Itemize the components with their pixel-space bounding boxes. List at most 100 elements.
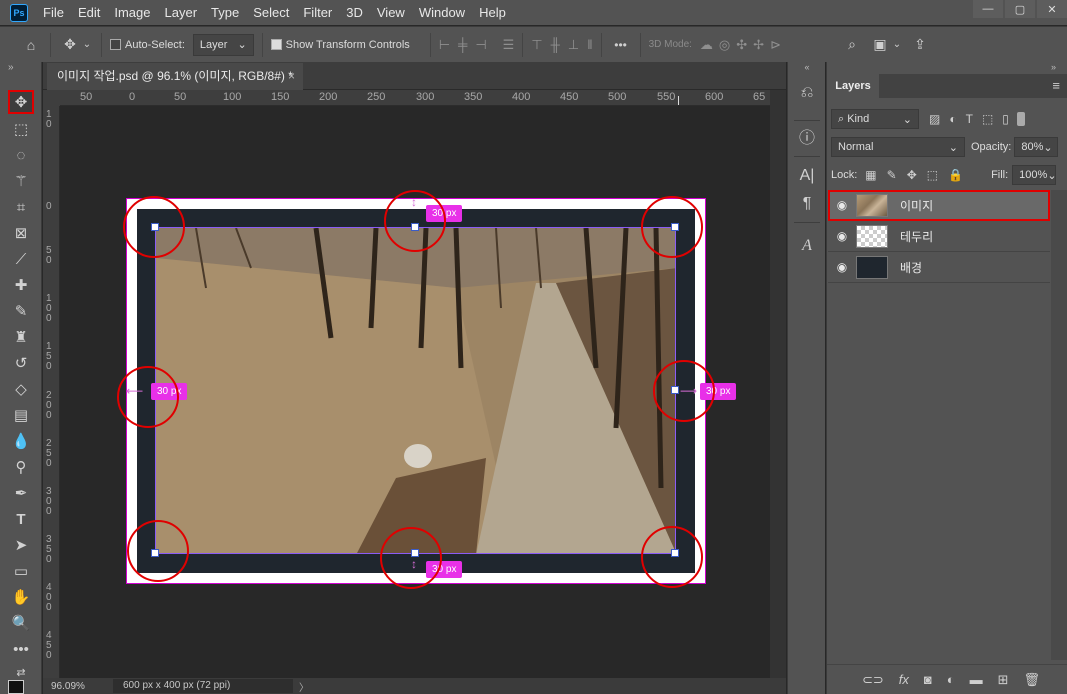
path-selection-tool-icon[interactable]: ➤ xyxy=(8,533,34,557)
maximize-button[interactable]: ▢ xyxy=(1005,0,1035,18)
collapse-icon[interactable]: » xyxy=(827,62,1067,74)
type-filter-icon[interactable]: T xyxy=(966,112,973,126)
layer-row-image[interactable]: ◉ 이미지 xyxy=(828,190,1050,221)
lock-image-icon[interactable]: ✎ xyxy=(887,168,897,182)
foreground-color-swatch[interactable] xyxy=(8,680,24,694)
image-filter-icon[interactable]: ▨ xyxy=(929,112,940,126)
close-tab-icon[interactable]: × xyxy=(288,63,295,90)
menu-view[interactable]: View xyxy=(370,0,412,25)
link-layers-icon[interactable]: ⊂⊃ xyxy=(862,672,884,688)
menu-image[interactable]: Image xyxy=(107,0,157,25)
frame-tool-icon[interactable]: ⊠ xyxy=(8,221,34,245)
eraser-tool-icon[interactable]: ◇ xyxy=(8,377,34,401)
adjustment-filter-icon[interactable]: ◐ xyxy=(949,112,956,126)
zoom-tool-icon[interactable]: 🔍 xyxy=(8,611,34,635)
type-tool-icon[interactable]: T xyxy=(8,507,34,531)
history-brush-tool-icon[interactable]: ↺ xyxy=(8,351,34,375)
3d-roll-icon[interactable]: ◎ xyxy=(719,37,730,53)
move-tool-preset-icon[interactable]: ✥ xyxy=(59,36,81,53)
shape-filter-icon[interactable]: ⬚ xyxy=(982,112,993,126)
align-right-icon[interactable]: ⊣ xyxy=(475,37,486,53)
lock-all-icon[interactable]: 🔒 xyxy=(948,168,963,182)
horizontal-ruler[interactable]: 50 0 50 100 150 200 250 300 350 400 450 … xyxy=(60,90,770,106)
visibility-eye-icon[interactable]: ◉ xyxy=(828,198,856,212)
filter-toggle[interactable] xyxy=(1016,112,1025,126)
home-icon[interactable]: ⌂ xyxy=(20,37,42,53)
glyphs-panel-icon[interactable]: A xyxy=(796,235,818,257)
layers-scrollbar[interactable] xyxy=(1051,190,1067,660)
magic-wand-tool-icon[interactable]: ⚚ xyxy=(8,169,34,193)
align-left-icon[interactable]: ⊢ xyxy=(439,37,450,53)
zoom-level[interactable]: 96.09% xyxy=(43,681,113,692)
delete-layer-icon[interactable]: 🗑 xyxy=(1023,672,1040,688)
panel-menu-icon[interactable]: ≡ xyxy=(1052,78,1060,93)
info-panel-icon[interactable]: ⓘ xyxy=(796,125,818,147)
auto-select-dropdown[interactable]: Layer ⌄ xyxy=(192,33,254,56)
blend-mode-dropdown[interactable]: Normal ⌄ xyxy=(831,137,965,157)
3d-drag-icon[interactable]: ✣ xyxy=(736,37,747,53)
ruler-corner[interactable] xyxy=(43,90,60,106)
menu-3d[interactable]: 3D xyxy=(339,0,370,25)
distribute-icon[interactable]: ☰ xyxy=(503,37,515,53)
vertical-ruler[interactable]: 1 0 0 5 0 1 0 0 1 5 0 2 0 0 2 5 0 3 0 0 … xyxy=(43,106,60,678)
photo-layer[interactable] xyxy=(155,227,676,554)
distribute-vertical-icon[interactable]: ‖ xyxy=(587,37,592,53)
opacity-field[interactable]: 80% ⌄ xyxy=(1014,137,1059,157)
add-mask-icon[interactable]: ◙ xyxy=(924,672,932,687)
kind-filter-dropdown[interactable]: ⌕ Kind ⌄ xyxy=(831,109,919,129)
stamp-tool-icon[interactable]: ♜ xyxy=(8,325,34,349)
fill-field[interactable]: 100% ⌄ xyxy=(1012,165,1057,185)
eyedropper-tool-icon[interactable]: ⟋ xyxy=(8,247,34,271)
gradient-tool-icon[interactable]: ▤ xyxy=(8,403,34,427)
show-transform-checkbox[interactable] xyxy=(270,39,282,50)
status-expand-icon[interactable]: 〉 xyxy=(299,679,309,694)
align-bottom-icon[interactable]: ⊥ xyxy=(568,37,579,53)
crop-tool-icon[interactable]: ⌗ xyxy=(8,195,34,219)
blur-tool-icon[interactable]: 💧 xyxy=(8,429,34,453)
align-middle-icon[interactable]: ╫ xyxy=(551,37,560,53)
new-group-icon[interactable]: ▬ xyxy=(970,672,983,687)
align-center-icon[interactable]: ╪ xyxy=(458,37,467,53)
minimize-button[interactable]: — xyxy=(973,0,1003,18)
dodge-tool-icon[interactable]: ⚲ xyxy=(8,455,34,479)
edit-toolbar-icon[interactable]: ••• xyxy=(8,637,34,661)
layer-style-icon[interactable]: fx xyxy=(899,672,909,687)
character-panel-icon[interactable]: A| xyxy=(796,165,818,187)
new-layer-icon[interactable]: ⊞ xyxy=(998,672,1009,688)
3d-orbit-icon[interactable]: ☁ xyxy=(700,37,713,53)
rectangle-tool-icon[interactable]: ▭ xyxy=(8,559,34,583)
lock-position-icon[interactable]: ✥ xyxy=(907,168,917,182)
close-button[interactable]: ✕ xyxy=(1037,0,1067,18)
pen-tool-icon[interactable]: ✒ xyxy=(8,481,34,505)
layer-row-border[interactable]: ◉ 테두리 xyxy=(828,221,1050,252)
layer-row-background[interactable]: ◉ 배경 xyxy=(828,252,1050,283)
tab-layers[interactable]: Layers xyxy=(827,74,879,98)
more-options-icon[interactable]: ••• xyxy=(610,38,632,52)
smart-object-filter-icon[interactable]: ▯ xyxy=(1002,112,1009,126)
chevron-down-icon[interactable]: ⌄ xyxy=(81,39,93,50)
visibility-eye-icon[interactable]: ◉ xyxy=(828,229,856,243)
workspace-icon[interactable]: ▣ xyxy=(869,36,891,53)
healing-brush-tool-icon[interactable]: ✚ xyxy=(8,273,34,297)
menu-type[interactable]: Type xyxy=(204,0,246,25)
chevron-down-icon[interactable]: ⌄ xyxy=(891,39,903,50)
3d-camera-icon[interactable]: ⊳ xyxy=(770,37,781,53)
lock-artboard-icon[interactable]: ⬚ xyxy=(927,168,938,182)
collapse-icon[interactable]: « xyxy=(788,62,826,74)
menu-filter[interactable]: Filter xyxy=(296,0,339,25)
document-tab[interactable]: 이미지 작업.psd @ 96.1% (이미지, RGB/8#) * × xyxy=(47,63,303,90)
menu-file[interactable]: File xyxy=(36,0,71,25)
brush-tool-icon[interactable]: ✎ xyxy=(8,299,34,323)
align-top-icon[interactable]: ⊤ xyxy=(531,37,542,53)
vertical-scrollbar[interactable] xyxy=(770,90,786,678)
menu-help[interactable]: Help xyxy=(472,0,513,25)
menu-layer[interactable]: Layer xyxy=(158,0,205,25)
move-tool-icon[interactable]: ✥ xyxy=(8,90,34,114)
collapse-icon[interactable]: » xyxy=(8,62,14,73)
adjustment-layer-icon[interactable]: ◐ xyxy=(947,672,955,687)
paragraph-panel-icon[interactable]: ¶ xyxy=(796,193,818,215)
marquee-tool-icon[interactable]: ⬚ xyxy=(8,117,34,141)
history-panel-icon[interactable]: ⎌ xyxy=(796,82,818,104)
search-icon[interactable]: ⌕ xyxy=(841,36,863,53)
hand-tool-icon[interactable]: ✋ xyxy=(8,585,34,609)
